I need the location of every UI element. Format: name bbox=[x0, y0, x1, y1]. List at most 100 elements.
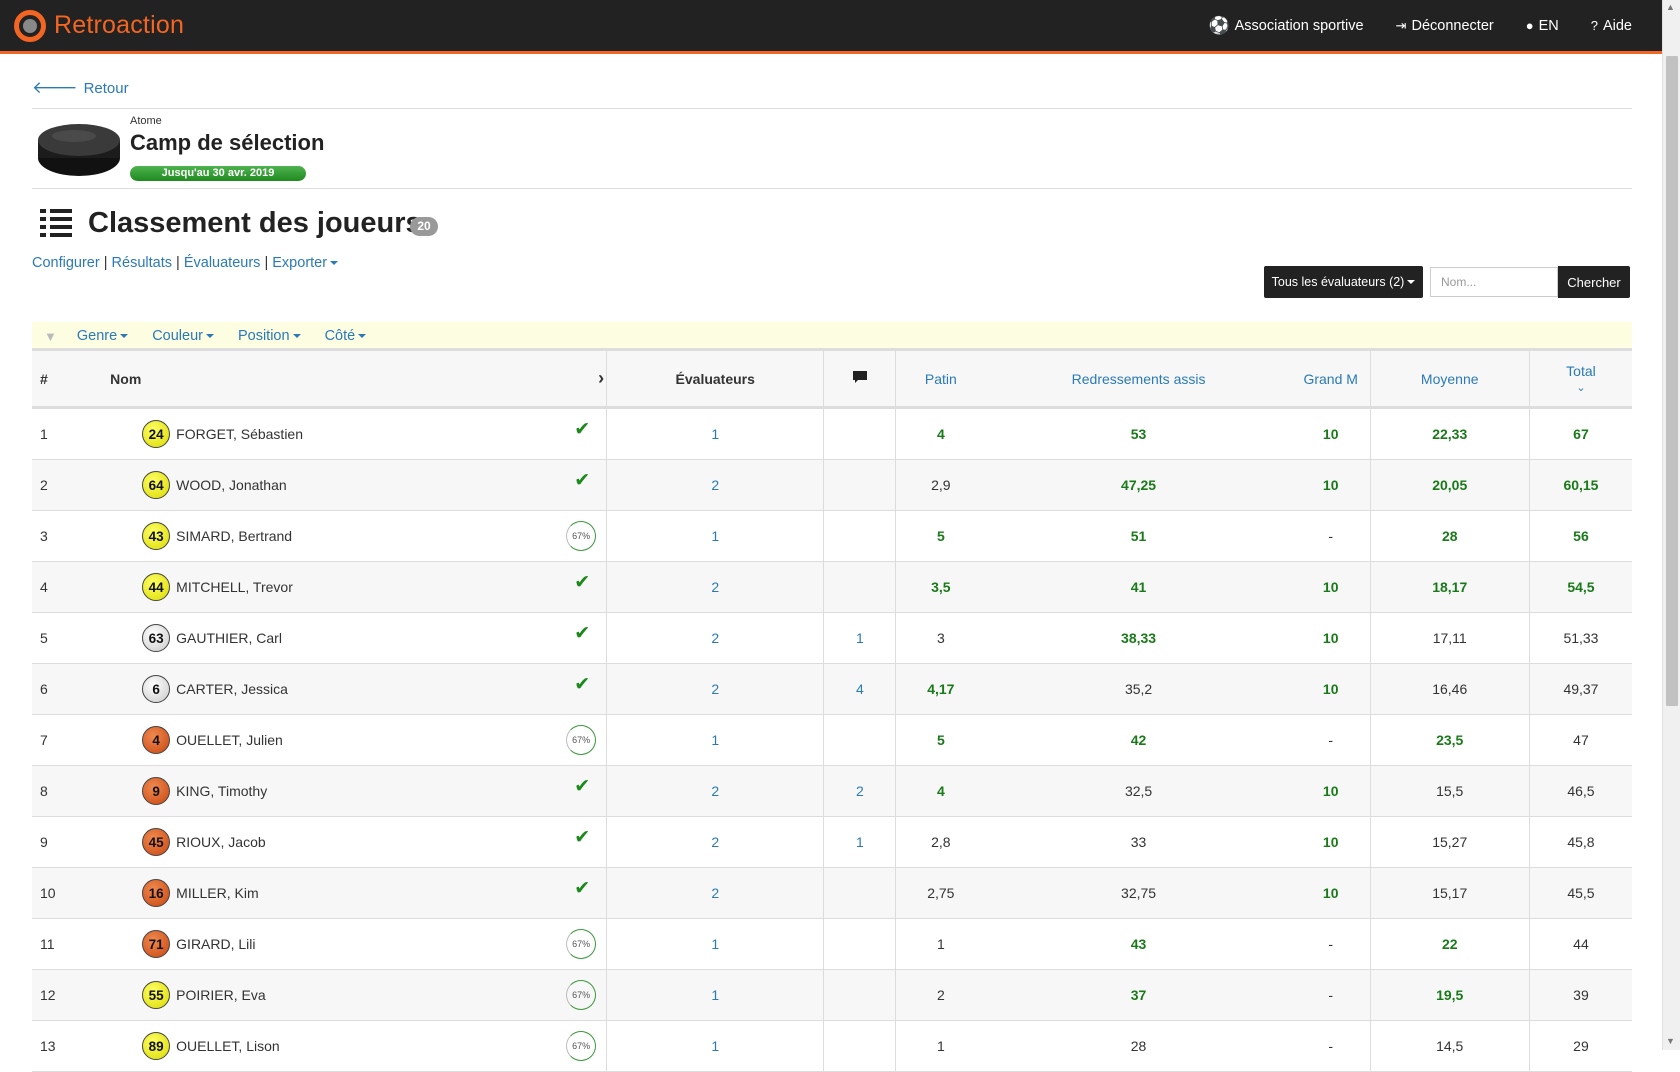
position-filter-label: Position bbox=[237, 328, 290, 344]
table-header-row: # Nom › Évaluateurs Patin Redressements … bbox=[32, 348, 1632, 409]
moyenne-header[interactable]: Moyenne bbox=[1369, 348, 1530, 409]
rank-cell: 3 bbox=[32, 510, 111, 562]
app-name: Retroaction bbox=[54, 11, 185, 39]
jersey-number-badge: 45 bbox=[142, 828, 171, 856]
redressements-cell: 37 bbox=[985, 969, 1292, 1021]
language-link[interactable]: ● EN bbox=[1526, 18, 1559, 34]
table-row[interactable]: 6 6 CARTER, Jessica ✔ 2 4 4,17 35,2 10 16,46 49,37 bbox=[32, 663, 1632, 715]
player-name[interactable]: RIOUX, Jacob bbox=[176, 834, 265, 850]
scroll-down-icon[interactable]: ▼ bbox=[1666, 1036, 1675, 1046]
evaluators-link[interactable]: 2 bbox=[711, 834, 719, 850]
configure-link[interactable]: Configurer bbox=[32, 255, 100, 271]
caret-down-icon bbox=[205, 334, 214, 339]
results-link[interactable]: Résultats bbox=[112, 255, 172, 271]
total-header[interactable]: Total ⌄ bbox=[1528, 348, 1632, 409]
evaluators-link[interactable]: 1 bbox=[711, 426, 719, 442]
evaluators-cell: 2 bbox=[606, 612, 824, 664]
evaluators-link[interactable]: 1 bbox=[711, 528, 719, 544]
association-link[interactable]: ⚽ Association sportive bbox=[1208, 16, 1363, 36]
evaluator-filter-dropdown[interactable]: Tous les évaluateurs (2) bbox=[1264, 266, 1423, 298]
rank-cell: 6 bbox=[32, 663, 111, 715]
player-name[interactable]: OUELLET, Lison bbox=[176, 1038, 280, 1054]
evaluators-link[interactable]: 2 bbox=[711, 579, 719, 595]
evaluators-link[interactable]: 1 bbox=[711, 1038, 719, 1054]
patin-cell: 2,75 bbox=[895, 867, 986, 919]
redressements-cell: 53 bbox=[985, 407, 1292, 460]
chevron-right-icon[interactable]: › bbox=[598, 368, 604, 389]
player-name[interactable]: POIRIER, Eva bbox=[176, 987, 265, 1003]
table-row[interactable]: 12 55 POIRIER, Eva 67% 1 2 37-19,5 39 bbox=[32, 969, 1632, 1021]
evaluators-link[interactable]: Évaluateurs bbox=[184, 255, 261, 271]
evaluators-link[interactable]: 1 bbox=[711, 732, 719, 748]
side-filter[interactable]: Côté bbox=[325, 328, 367, 344]
rank-cell: 1 bbox=[32, 407, 111, 460]
comments-link[interactable]: 1 bbox=[856, 630, 864, 646]
position-filter[interactable]: Position bbox=[238, 328, 301, 344]
evaluators-link[interactable]: 2 bbox=[711, 630, 719, 646]
scroll-thumb[interactable] bbox=[1666, 56, 1678, 706]
table-row[interactable]: 5 63 GAUTHIER, Carl ✔ 2 1 3 38,33 10 17,11 51,33 bbox=[32, 612, 1632, 664]
rank-cell: 8 bbox=[32, 765, 111, 817]
table-row[interactable]: 2 64 WOOD, Jonathan ✔ 2 2,9 47,25 10 20,05 60,15 bbox=[32, 459, 1632, 511]
export-dropdown[interactable]: Exporter bbox=[272, 255, 339, 271]
evaluators-link[interactable]: 2 bbox=[711, 681, 719, 697]
player-name[interactable]: KING, Timothy bbox=[176, 783, 267, 799]
redressements-header[interactable]: Redressements assis bbox=[985, 348, 1292, 409]
back-link[interactable]: 🡐 Retour bbox=[32, 78, 129, 98]
player-name[interactable]: OUELLET, Julien bbox=[176, 732, 283, 748]
help-link[interactable]: ? Aide bbox=[1591, 18, 1632, 34]
brand[interactable]: Retroaction bbox=[14, 9, 185, 42]
comments-cell bbox=[823, 459, 896, 511]
evaluators-link[interactable]: 2 bbox=[711, 885, 719, 901]
color-filter[interactable]: Couleur bbox=[152, 328, 214, 344]
player-name[interactable]: FORGET, Sébastien bbox=[176, 426, 303, 442]
check-icon: ✔ bbox=[574, 827, 591, 848]
evaluators-cell: 2 bbox=[606, 663, 824, 715]
evaluators-cell: 1 bbox=[606, 407, 824, 460]
jersey-number-badge: 89 bbox=[142, 1032, 171, 1060]
player-name[interactable]: GIRARD, Lili bbox=[176, 936, 255, 952]
scroll-up-icon[interactable]: ▲ bbox=[1666, 2, 1675, 12]
check-icon: ✔ bbox=[574, 572, 591, 593]
name-search-input[interactable] bbox=[1430, 267, 1558, 297]
gender-filter[interactable]: Genre bbox=[76, 328, 129, 344]
gender-filter-label: Genre bbox=[76, 328, 118, 344]
player-name[interactable]: MILLER, Kim bbox=[176, 885, 258, 901]
player-name[interactable]: WOOD, Jonathan bbox=[176, 477, 287, 493]
page-scrollbar[interactable]: ▲ ▼ bbox=[1662, 0, 1680, 1050]
search-button[interactable]: Chercher bbox=[1558, 266, 1630, 298]
table-row[interactable]: 10 16 MILLER, Kim ✔ 2 2,75 32,75 10 15,17 45,5 bbox=[32, 867, 1632, 919]
comments-link[interactable]: 2 bbox=[856, 783, 864, 799]
comments-link[interactable]: 1 bbox=[856, 834, 864, 850]
rank-cell: 7 bbox=[32, 714, 111, 766]
player-name[interactable]: GAUTHIER, Carl bbox=[176, 630, 282, 646]
table-row[interactable]: 8 9 KING, Timothy ✔ 2 2 4 32,5 10 15,5 46,5 bbox=[32, 765, 1632, 817]
table-row[interactable]: 1 24 FORGET, Sébastien ✔ 1 4 53 10 22,33 67 bbox=[32, 407, 1632, 460]
arrow-left-icon: 🡐 bbox=[32, 78, 78, 97]
table-row[interactable]: 9 45 RIOUX, Jacob ✔ 2 1 2,8 33 10 15,27 45,8 bbox=[32, 816, 1632, 868]
grand-m-header[interactable]: Grand M bbox=[1291, 348, 1371, 409]
total-cell: 60,15 bbox=[1528, 459, 1632, 511]
comments-link[interactable]: 4 bbox=[856, 681, 864, 697]
evaluators-link[interactable]: 2 bbox=[711, 783, 719, 799]
total-cell: 29 bbox=[1528, 1020, 1632, 1072]
evaluators-link[interactable]: 2 bbox=[711, 477, 719, 493]
total-cell: 46,5 bbox=[1528, 765, 1632, 817]
grand-m-cell: 10 bbox=[1291, 663, 1371, 715]
patin-header[interactable]: Patin bbox=[895, 348, 986, 409]
rank-cell: 4 bbox=[32, 561, 111, 613]
table-row[interactable]: 3 43 SIMARD, Bertrand 67% 1 5 51-28 56 bbox=[32, 510, 1632, 562]
player-name[interactable]: CARTER, Jessica bbox=[176, 681, 288, 697]
patin-cell: 5 bbox=[895, 714, 986, 766]
moyenne-cell: 28 bbox=[1369, 510, 1530, 562]
table-row[interactable]: 11 71 GIRARD, Lili 67% 1 1 43-22 44 bbox=[32, 918, 1632, 970]
table-row[interactable]: 13 89 OUELLET, Lison 67% 1 1 28-14,5 29 bbox=[32, 1020, 1632, 1072]
evaluators-link[interactable]: 1 bbox=[711, 936, 719, 952]
player-name[interactable]: SIMARD, Bertrand bbox=[176, 528, 292, 544]
evaluators-link[interactable]: 1 bbox=[711, 987, 719, 1003]
logout-link[interactable]: ⇥ Déconnecter bbox=[1396, 18, 1494, 34]
player-name[interactable]: MITCHELL, Trevor bbox=[176, 579, 293, 595]
table-row[interactable]: 4 44 MITCHELL, Trevor ✔ 2 3,5 41 10 18,17 54,5 bbox=[32, 561, 1632, 613]
comments-header bbox=[823, 348, 896, 409]
table-row[interactable]: 7 4 OUELLET, Julien 67% 1 5 42-23,5 47 bbox=[32, 714, 1632, 766]
